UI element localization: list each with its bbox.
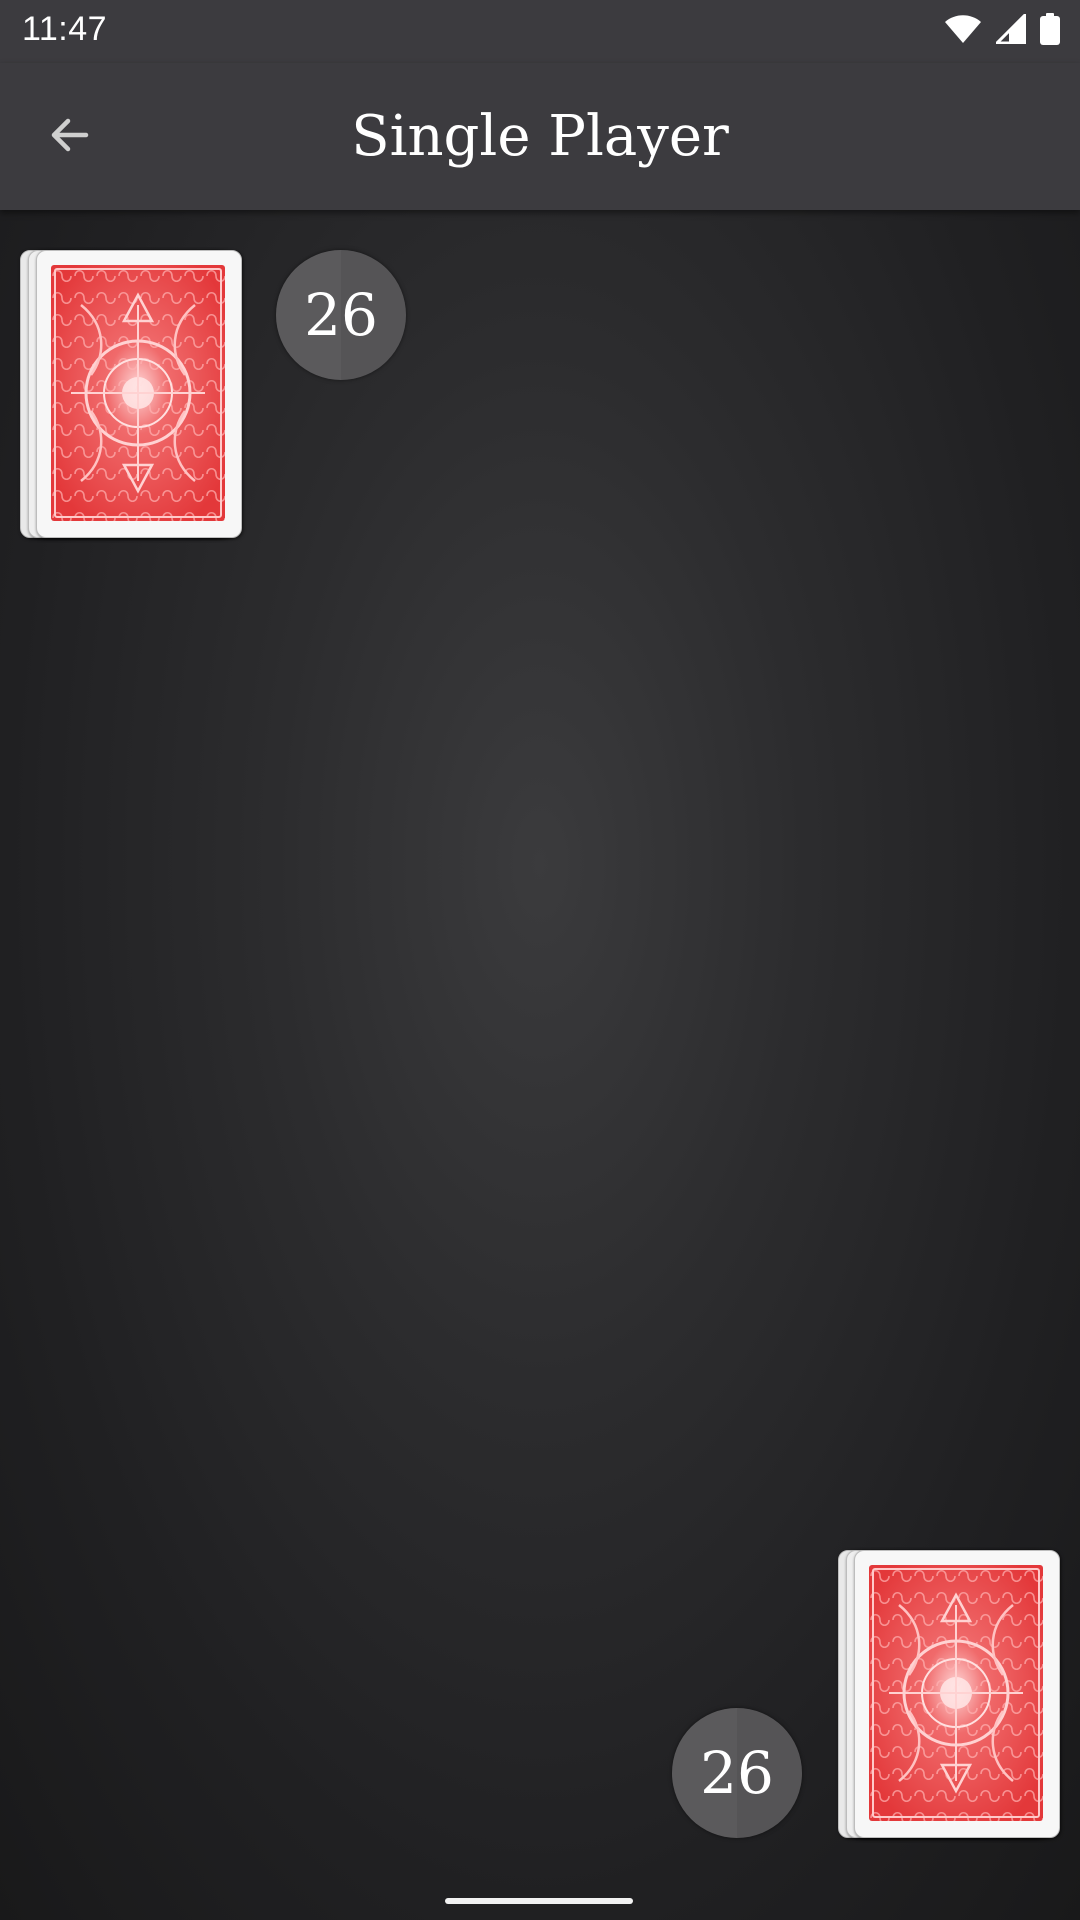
home-indicator[interactable]	[445, 1898, 633, 1904]
opponent-card-count: 26	[276, 250, 406, 380]
player-card-stack[interactable]	[838, 1550, 1070, 1840]
card-back	[854, 1550, 1060, 1838]
card-back-art	[869, 1565, 1043, 1821]
opponent-card-stack[interactable]	[20, 250, 252, 540]
page-title: Single Player	[351, 104, 729, 169]
card-back-art	[51, 265, 225, 521]
player-card-count: 26	[672, 1708, 802, 1838]
status-bar: 11:47	[0, 0, 1080, 63]
status-icons	[944, 13, 1060, 49]
game-table: 26 26	[0, 210, 1080, 1920]
wifi-icon	[944, 14, 982, 48]
game-screen: 11:47 Single Player 26 26	[0, 0, 1080, 1920]
app-bar: Single Player	[0, 63, 1080, 210]
card-back	[36, 250, 242, 538]
cell-signal-icon	[995, 13, 1027, 48]
back-button[interactable]	[34, 101, 106, 173]
battery-icon	[1040, 13, 1060, 49]
status-time: 11:47	[22, 10, 108, 48]
arrow-left-icon	[46, 111, 94, 163]
